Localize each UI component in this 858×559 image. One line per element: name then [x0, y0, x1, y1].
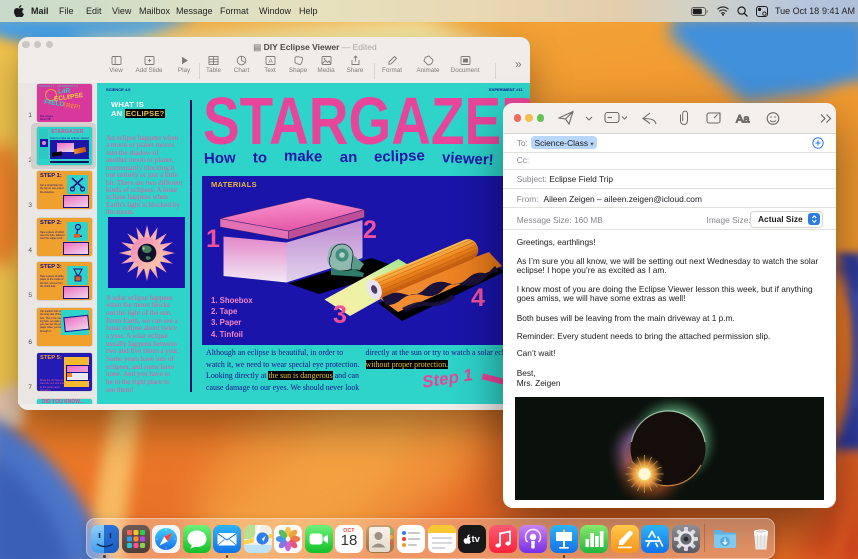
svg-text:3: 3	[333, 301, 347, 329]
svg-text:A: A	[268, 58, 273, 65]
svg-text:Aa: Aa	[736, 114, 750, 126]
svg-text:2: 2	[363, 216, 377, 244]
svg-text:1: 1	[206, 225, 220, 253]
svg-text:4: 4	[471, 284, 485, 312]
